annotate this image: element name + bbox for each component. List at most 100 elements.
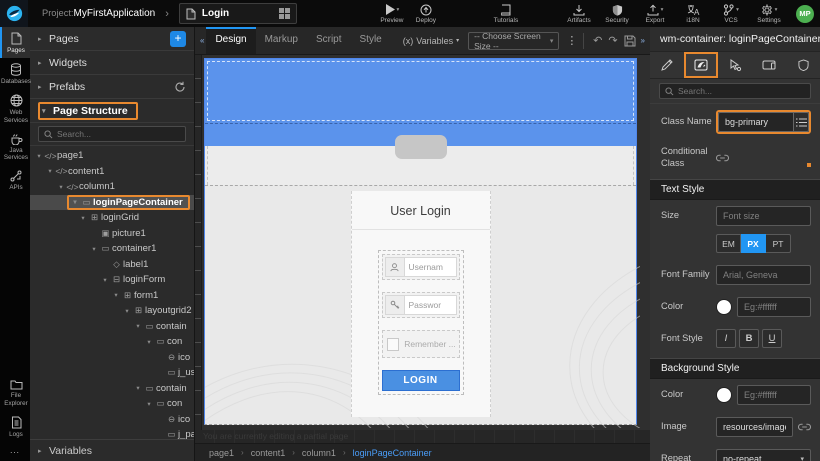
rail-item-apis[interactable]: APIs (0, 165, 30, 195)
login-card[interactable]: User Login Usernam (351, 191, 491, 417)
rail-item-web-services[interactable]: Web Services (0, 89, 30, 127)
tree-item-j_us[interactable]: ▭j_us (30, 365, 194, 381)
font-family-input[interactable] (716, 265, 811, 285)
logo-picture-placeholder[interactable] (395, 135, 447, 159)
redo-icon[interactable]: ↷ (605, 34, 620, 47)
tab-security[interactable] (786, 52, 820, 78)
tab-properties[interactable] (650, 52, 684, 78)
section-pages[interactable]: ▸ Pages + (30, 27, 194, 51)
expanded-arrow-icon[interactable]: ▾ (100, 276, 110, 284)
remember-checkbox[interactable] (387, 338, 400, 351)
deploy-button[interactable]: Deploy (409, 4, 443, 24)
font-size-input[interactable] (716, 206, 811, 226)
tab-style[interactable]: Style (351, 27, 391, 54)
class-list-button[interactable] (794, 112, 809, 132)
settings-button[interactable]: ▾ Settings (752, 4, 786, 24)
login-section[interactable]: User Login Usernam (205, 185, 636, 424)
tree-item-contain[interactable]: ▾▭contain (30, 381, 194, 397)
tab-design[interactable]: Design (206, 27, 255, 54)
expanded-arrow-icon[interactable]: ▾ (34, 152, 44, 160)
preview-button[interactable]: ▾ Preview (375, 4, 409, 24)
password-field[interactable]: Passwor (382, 292, 460, 318)
tree-item-contain[interactable]: ▾▭contain (30, 319, 194, 335)
tree-item-label1[interactable]: ◇label1 (30, 257, 194, 273)
class-name-input[interactable] (718, 112, 794, 132)
tree-item-container1[interactable]: ▾▭container1 (30, 241, 194, 257)
unit-pt-button[interactable]: PT (766, 234, 791, 253)
rail-item-java-services[interactable]: Java Services (0, 128, 30, 165)
repeat-select[interactable]: no-repeat ▾ (716, 449, 811, 461)
artifacts-button[interactable]: Artifacts (562, 4, 596, 24)
tree-item-ico[interactable]: ⊖ico (30, 412, 194, 428)
expanded-arrow-icon[interactable]: ▾ (111, 291, 121, 299)
tree-item-con[interactable]: ▾▭con (30, 396, 194, 412)
save-icon[interactable] (621, 35, 639, 47)
expanded-arrow-icon[interactable]: ▾ (70, 198, 80, 206)
screen-size-select[interactable]: -- Choose Screen Size -- ▾ (468, 32, 559, 50)
tab-markup[interactable]: Markup (256, 27, 307, 54)
italic-button[interactable]: I (716, 329, 736, 348)
expanded-arrow-icon[interactable]: ▾ (45, 167, 55, 175)
tree-item-loginPageContainer[interactable]: ▾▭loginPageContainer (30, 195, 194, 211)
tree-item-loginGrid[interactable]: ▾⊞loginGrid (30, 210, 194, 226)
background-image-input[interactable] (716, 417, 793, 437)
link-icon[interactable] (798, 423, 811, 431)
expanded-arrow-icon[interactable]: ▾ (78, 214, 88, 222)
section-variables[interactable]: ▸ Variables (30, 439, 194, 461)
tree-item-loginForm[interactable]: ▾⊟loginForm (30, 272, 194, 288)
breadcrumb-item-loginPageContainer[interactable]: loginPageContainer (353, 448, 432, 458)
security-button[interactable]: Security (600, 4, 634, 24)
project-name[interactable]: Project:MyFirstApplication (42, 8, 155, 20)
header-blue-band[interactable] (205, 59, 636, 123)
bold-button[interactable]: B (739, 329, 759, 348)
background-color-input[interactable] (737, 385, 811, 405)
tree-item-con[interactable]: ▾▭con (30, 334, 194, 350)
color-swatch[interactable] (716, 387, 732, 403)
grid-icon[interactable] (279, 8, 290, 19)
breadcrumb-item-column1[interactable]: column1 (302, 448, 336, 458)
tab-events[interactable] (718, 52, 752, 78)
tutorials-button[interactable]: Tutorials (489, 4, 523, 24)
wavemaker-logo[interactable] (0, 0, 28, 27)
expanded-arrow-icon[interactable]: ▾ (144, 400, 154, 408)
tab-devices[interactable] (752, 52, 786, 78)
open-page-tab[interactable]: Login (179, 3, 297, 24)
collapse-left-panel-icon[interactable]: « (198, 36, 206, 45)
section-prefabs[interactable]: ▸ Prefabs (30, 75, 194, 99)
tree-item-j_pa[interactable]: ▭j_pa (30, 427, 194, 439)
underline-button[interactable]: U (762, 329, 782, 348)
tree-item-ico[interactable]: ⊖ico (30, 350, 194, 366)
collapse-right-panel-icon[interactable]: » (639, 36, 647, 45)
breadcrumb-item-page1[interactable]: page1 (209, 448, 234, 458)
tab-script[interactable]: Script (307, 27, 351, 54)
tab-styles[interactable] (684, 52, 718, 78)
variables-button[interactable]: (x) Variables ▾ (403, 36, 459, 46)
remember-field[interactable]: Remember ... (382, 330, 460, 358)
link-icon[interactable] (716, 154, 729, 162)
refresh-icon[interactable] (174, 81, 186, 93)
tree-item-form1[interactable]: ▾⊞form1 (30, 288, 194, 304)
more-options-icon[interactable]: ⋮ (566, 34, 577, 47)
tree-search-input[interactable] (57, 129, 180, 139)
rail-item-databases[interactable]: Databases (0, 58, 30, 89)
expanded-arrow-icon[interactable]: ▾ (89, 245, 99, 253)
color-swatch[interactable] (716, 299, 732, 315)
page-preview[interactable]: User Login Usernam (204, 58, 637, 425)
rail-more-icon[interactable]: ... (0, 442, 30, 461)
tree-item-layoutgrid2[interactable]: ▾⊞layoutgrid2 (30, 303, 194, 319)
expanded-arrow-icon[interactable]: ▾ (56, 183, 66, 191)
vcs-button[interactable]: ▾ VCS (714, 4, 748, 24)
add-page-button[interactable]: + (170, 31, 186, 47)
tree-item-page1[interactable]: ▾</>page1 (30, 148, 194, 164)
unit-px-button[interactable]: PX (741, 234, 766, 253)
text-color-input[interactable] (737, 297, 811, 317)
undo-icon[interactable]: ↶ (590, 34, 605, 47)
export-button[interactable]: ▾ Export (638, 4, 672, 24)
username-input[interactable]: Usernam (405, 257, 457, 277)
rail-item-logs[interactable]: Logs (0, 411, 30, 442)
expanded-arrow-icon[interactable]: ▾ (133, 322, 143, 330)
tree-item-picture1[interactable]: ▣picture1 (30, 226, 194, 242)
breadcrumb-item-content1[interactable]: content1 (251, 448, 286, 458)
unit-em-button[interactable]: EM (716, 234, 741, 253)
section-widgets[interactable]: ▸ Widgets (30, 51, 194, 75)
